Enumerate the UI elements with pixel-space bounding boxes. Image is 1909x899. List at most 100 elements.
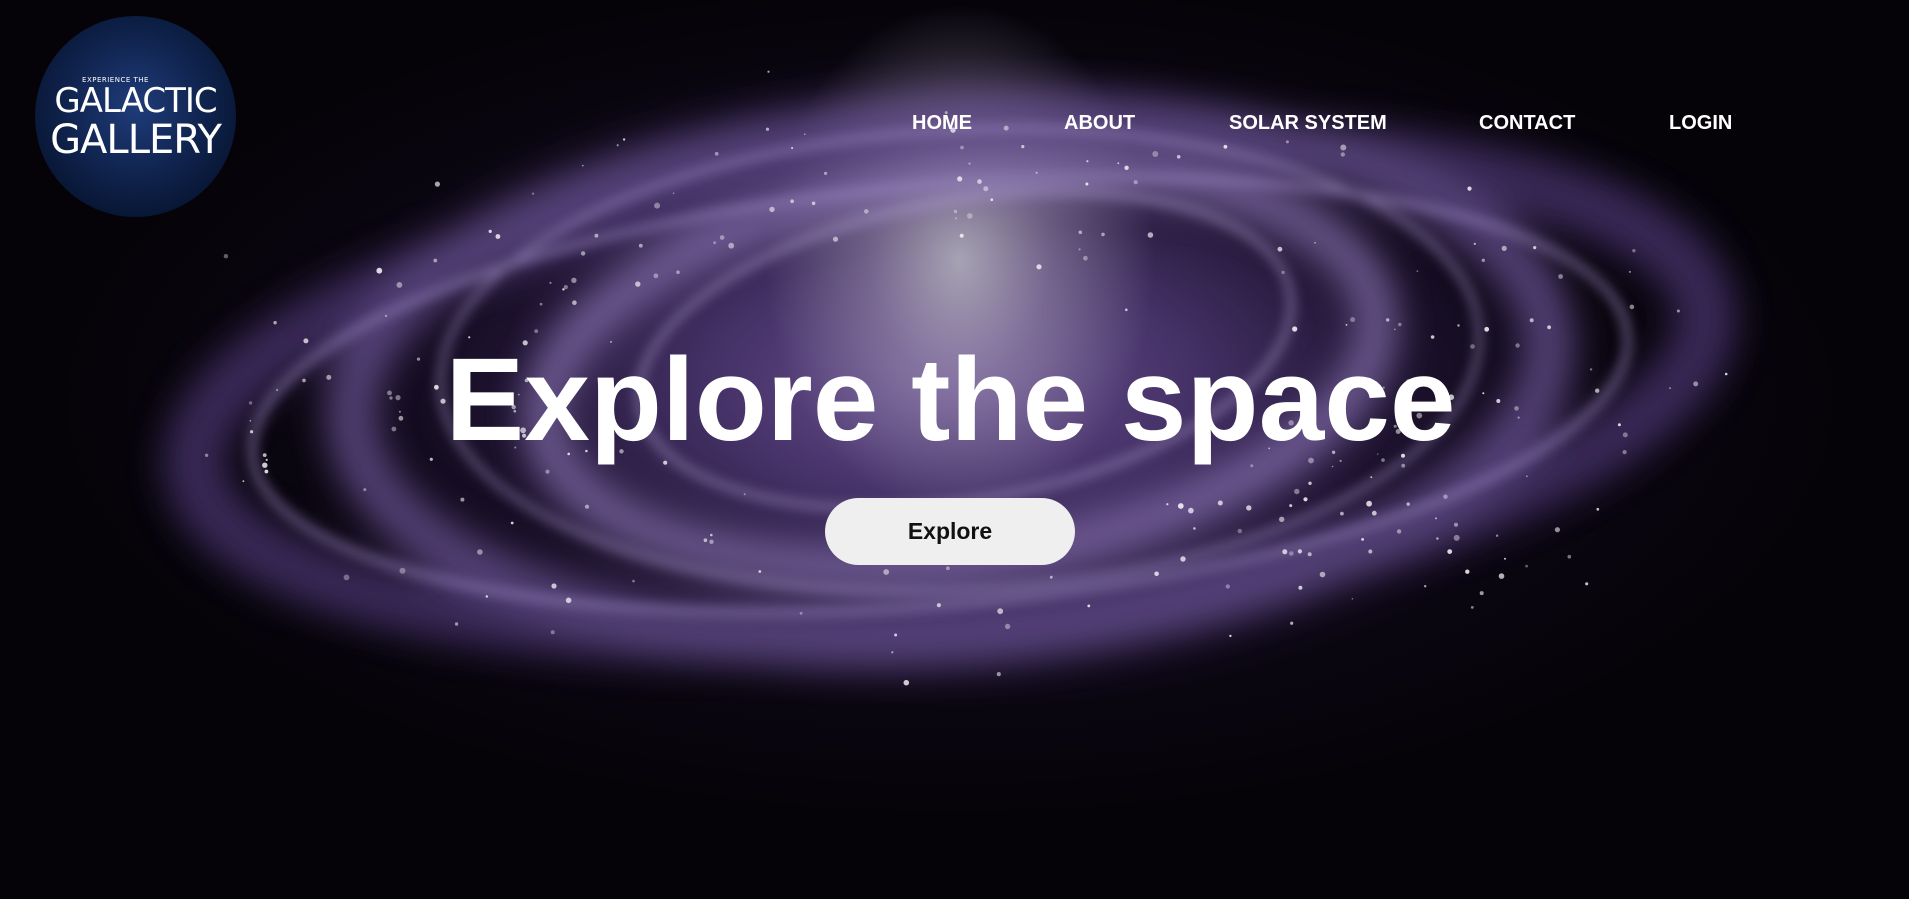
star-dot [454, 622, 459, 626]
star-dot [1436, 537, 1439, 540]
star-dot [790, 199, 794, 203]
star-dot [1307, 552, 1312, 557]
nav-item-home[interactable]: HOME [912, 110, 972, 136]
star-dot [1021, 145, 1025, 149]
star-dot [703, 538, 708, 542]
star-dot [1398, 322, 1402, 327]
star-dot [1036, 264, 1042, 270]
star-dot [1498, 573, 1505, 579]
hero-headline: Explore the space [445, 334, 1456, 466]
star-dot [953, 209, 958, 214]
star-dot [1277, 246, 1283, 252]
star-dot [714, 151, 719, 156]
star-dot [1085, 182, 1089, 186]
star-dot [1386, 318, 1390, 322]
star-dot [811, 201, 816, 206]
star-dot [1340, 511, 1344, 516]
star-dot [1447, 549, 1453, 554]
star-dot [1152, 151, 1159, 157]
star-dot [1443, 494, 1448, 499]
star-dot [1529, 318, 1534, 323]
star-dot [273, 321, 277, 325]
nav-item-contact[interactable]: CONTACT [1479, 110, 1575, 136]
star-dot [983, 186, 989, 192]
star-dot [1368, 549, 1373, 554]
star-dot [1297, 549, 1302, 554]
star-dot [1229, 634, 1232, 638]
star-dot [769, 206, 775, 213]
star-dot [864, 209, 869, 214]
star-dot [563, 285, 568, 290]
star-dot [1632, 249, 1636, 253]
star-dot [1424, 585, 1427, 588]
star-dot [1177, 503, 1184, 509]
star-dot [1406, 502, 1410, 506]
star-dot [767, 70, 770, 73]
star-dot [1371, 510, 1377, 516]
star-dot [1188, 507, 1194, 514]
star-dot [654, 202, 661, 209]
star-dot [1147, 232, 1154, 238]
star-dot [1289, 551, 1294, 556]
star-dot [1345, 324, 1348, 326]
nav-item-solar-system[interactable]: SOLAR SYSTEM [1229, 110, 1387, 136]
star-dot [632, 579, 635, 583]
star-dot [891, 651, 894, 654]
star-dot [1078, 248, 1081, 251]
star-dot [1237, 528, 1243, 534]
star-dot [1481, 258, 1486, 262]
star-dot [264, 469, 269, 474]
star-dot [376, 267, 383, 274]
star-dot [1087, 604, 1091, 608]
main-nav: HOME ABOUT SOLAR SYSTEM CONTACT LOGIN [0, 110, 1909, 136]
star-dot [1083, 255, 1088, 261]
star-dot [1504, 557, 1506, 560]
star-dot [719, 235, 725, 240]
star-dot [791, 147, 794, 149]
star-dot [1416, 270, 1419, 272]
star-dot [638, 243, 643, 248]
explore-button[interactable]: Explore [825, 498, 1075, 565]
star-dot [1314, 241, 1316, 244]
star-dot [1285, 140, 1289, 144]
star-dot [1176, 155, 1181, 159]
star-dot [635, 281, 641, 287]
hero-section: EXPERIENCE THE GALACTIC GALLERY HOME ABO… [0, 0, 1909, 899]
star-dot [1246, 505, 1252, 511]
star-dot [1101, 232, 1105, 237]
star-dot [551, 583, 557, 589]
star-dot [957, 176, 963, 182]
star-dot [824, 171, 828, 175]
star-dot [1035, 171, 1038, 174]
star-dot [1465, 569, 1470, 574]
star-dot [955, 217, 957, 219]
star-dot [1585, 582, 1589, 586]
star-dot [242, 480, 245, 483]
star-dot [1457, 324, 1460, 327]
star-dot [1133, 180, 1138, 185]
star-dot [1223, 144, 1228, 149]
star-dot [1495, 534, 1499, 537]
nav-item-login[interactable]: LOGIN [1669, 110, 1732, 136]
star-dot [1217, 500, 1223, 506]
nav-item-about[interactable]: ABOUT [1064, 110, 1135, 136]
star-dot [460, 497, 465, 502]
star-dot [1193, 527, 1196, 530]
star-dot [832, 236, 839, 242]
star-dot [1454, 522, 1458, 527]
star-dot [363, 488, 367, 492]
star-dot [1467, 186, 1472, 191]
star-dot [545, 469, 550, 474]
star-dot [1479, 591, 1484, 596]
star-dot [960, 145, 964, 150]
star-dot [580, 251, 586, 256]
star-dot [1547, 325, 1551, 330]
star-dot [581, 164, 584, 167]
star-dot [571, 277, 577, 283]
star-dot [1525, 564, 1528, 568]
star-dot [384, 314, 388, 318]
star-dot [1470, 606, 1474, 609]
star-dot [990, 198, 994, 201]
star-dot [1629, 304, 1635, 310]
star-dot [1526, 475, 1528, 478]
